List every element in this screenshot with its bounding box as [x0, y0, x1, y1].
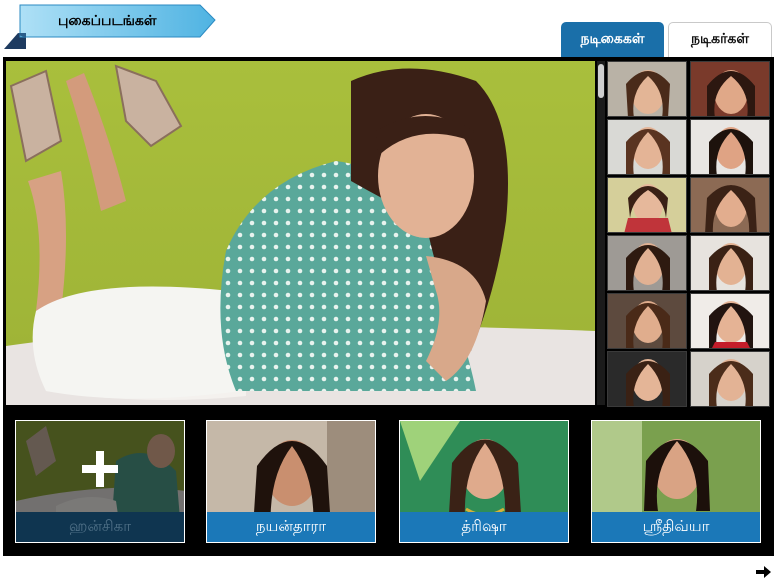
actress-card-sri-divya[interactable]: ஸ்ரீதிவ்யா [591, 420, 761, 543]
thumbnail[interactable] [607, 293, 687, 349]
tab-actresses[interactable]: நடிகைகள் [561, 22, 664, 57]
scrollbar-handle[interactable] [598, 64, 604, 98]
thumbnail[interactable] [690, 177, 770, 233]
gallery-title-ribbon: புகைப்படங்கள் [4, 3, 216, 51]
thumbnail[interactable] [607, 61, 687, 117]
thumbnail[interactable] [690, 293, 770, 349]
card-label-sri-divya: ஸ்ரீதிவ்யா [592, 512, 760, 542]
thumbnail[interactable] [607, 119, 687, 175]
thumbnail[interactable] [690, 119, 770, 175]
thumbnail[interactable] [607, 235, 687, 291]
thumbnail[interactable] [690, 235, 770, 291]
card-label-hansika: ஹன்சிகா [16, 512, 184, 542]
photo-gallery-widget: புகைப்படங்கள் நடிகைகள் நடிகர்கள் ஹன்சிகா… [0, 0, 779, 580]
featured-photo[interactable] [6, 61, 595, 405]
card-label-trisha: த்ரிஷா [400, 512, 568, 542]
actress-card-trisha[interactable]: த்ரிஷா [399, 420, 569, 543]
thumbnail[interactable] [690, 61, 770, 117]
gallery-title: புகைப்படங்கள் [58, 13, 157, 29]
thumbnail[interactable] [607, 177, 687, 233]
tab-actors[interactable]: நடிகர்கள் [668, 22, 772, 57]
thumbnail[interactable] [607, 351, 687, 407]
actress-card-nayanthara[interactable]: நயன்தாரா [206, 420, 376, 543]
thumbnail-scrollbar[interactable] [597, 61, 605, 405]
thumbnail-grid [607, 61, 771, 407]
plus-icon[interactable] [82, 451, 118, 487]
actress-card-hansika[interactable]: ஹன்சிகா [15, 420, 185, 543]
card-label-nayanthara: நயன்தாரா [207, 512, 375, 542]
arrow-right-icon[interactable] [755, 565, 773, 579]
thumbnail[interactable] [690, 351, 770, 407]
